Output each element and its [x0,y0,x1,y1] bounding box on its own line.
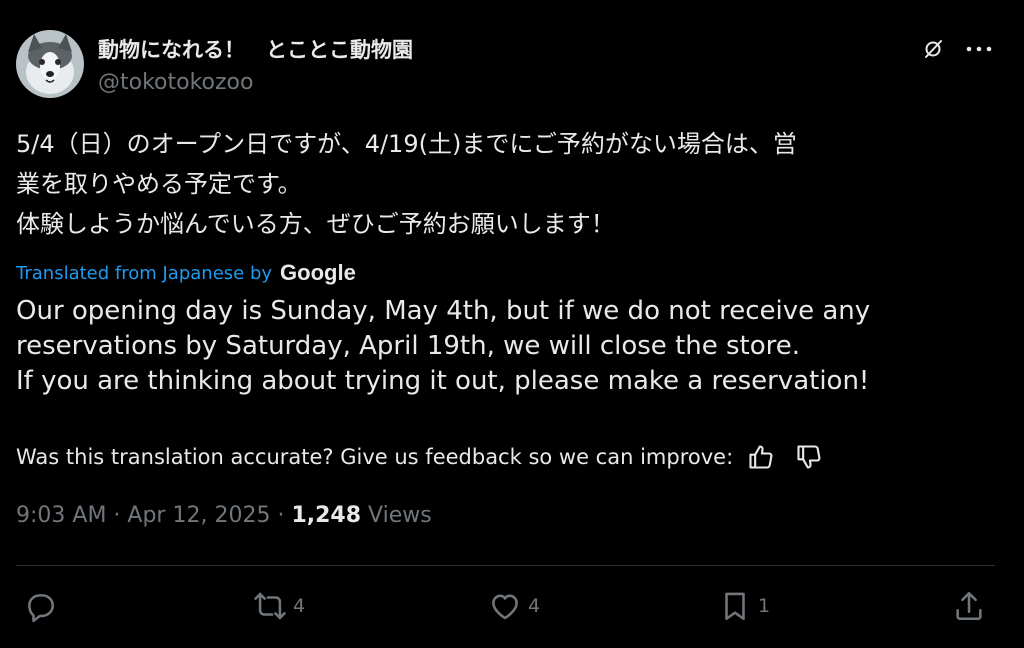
grok-icon[interactable] [922,38,944,60]
divider [16,565,995,566]
repost-button[interactable]: 4 [253,588,305,624]
repost-icon [254,592,286,620]
share-icon [956,591,982,621]
meta-separator: · [270,503,292,528]
translation-feedback: Was this translation accurate? Give us f… [16,440,823,474]
google-logo: Google [280,260,356,285]
meta-separator: · [106,503,128,528]
avatar[interactable] [16,30,84,98]
like-count: 4 [528,595,541,617]
thumbs-down-icon[interactable] [795,443,823,471]
share-button[interactable] [952,588,986,624]
bookmark-button[interactable]: 1 [718,588,770,624]
like-icon [492,594,518,620]
bookmark-icon [725,592,745,621]
tweet-meta: 9:03 AM · Apr 12, 2025 · 1,248 Views [16,503,432,528]
bookmark-count: 1 [758,595,771,617]
views-count[interactable]: 1,248 [291,503,361,528]
tweet-text: 5/4（日）のオープン日ですが、4/19(土)までにご予約がない場合は、営 業を… [16,130,797,238]
translation-attribution: Translated from Japanese by Google [16,258,356,288]
reply-icon [28,594,55,623]
thumbs-up-icon[interactable] [747,443,775,471]
tweet-date[interactable]: Apr 12, 2025 [127,503,270,528]
repost-count: 4 [293,595,306,617]
reply-button[interactable] [23,588,63,624]
more-icon[interactable] [962,38,996,60]
feedback-prompt: Was this translation accurate? Give us f… [16,445,734,469]
author-display-name[interactable]: 動物になれる！ とことこ動物園 [98,34,413,64]
like-button[interactable]: 4 [488,588,540,624]
views-label: Views [361,503,432,528]
author-handle[interactable]: @tokotokozoo [98,70,253,95]
translated-text: Our opening day is Sunday, May 4th, but … [16,296,871,396]
translated-from-link[interactable]: Translated from Japanese by [16,263,272,284]
dog-avatar-image [16,30,84,98]
tweet-time[interactable]: 9:03 AM [16,503,106,528]
